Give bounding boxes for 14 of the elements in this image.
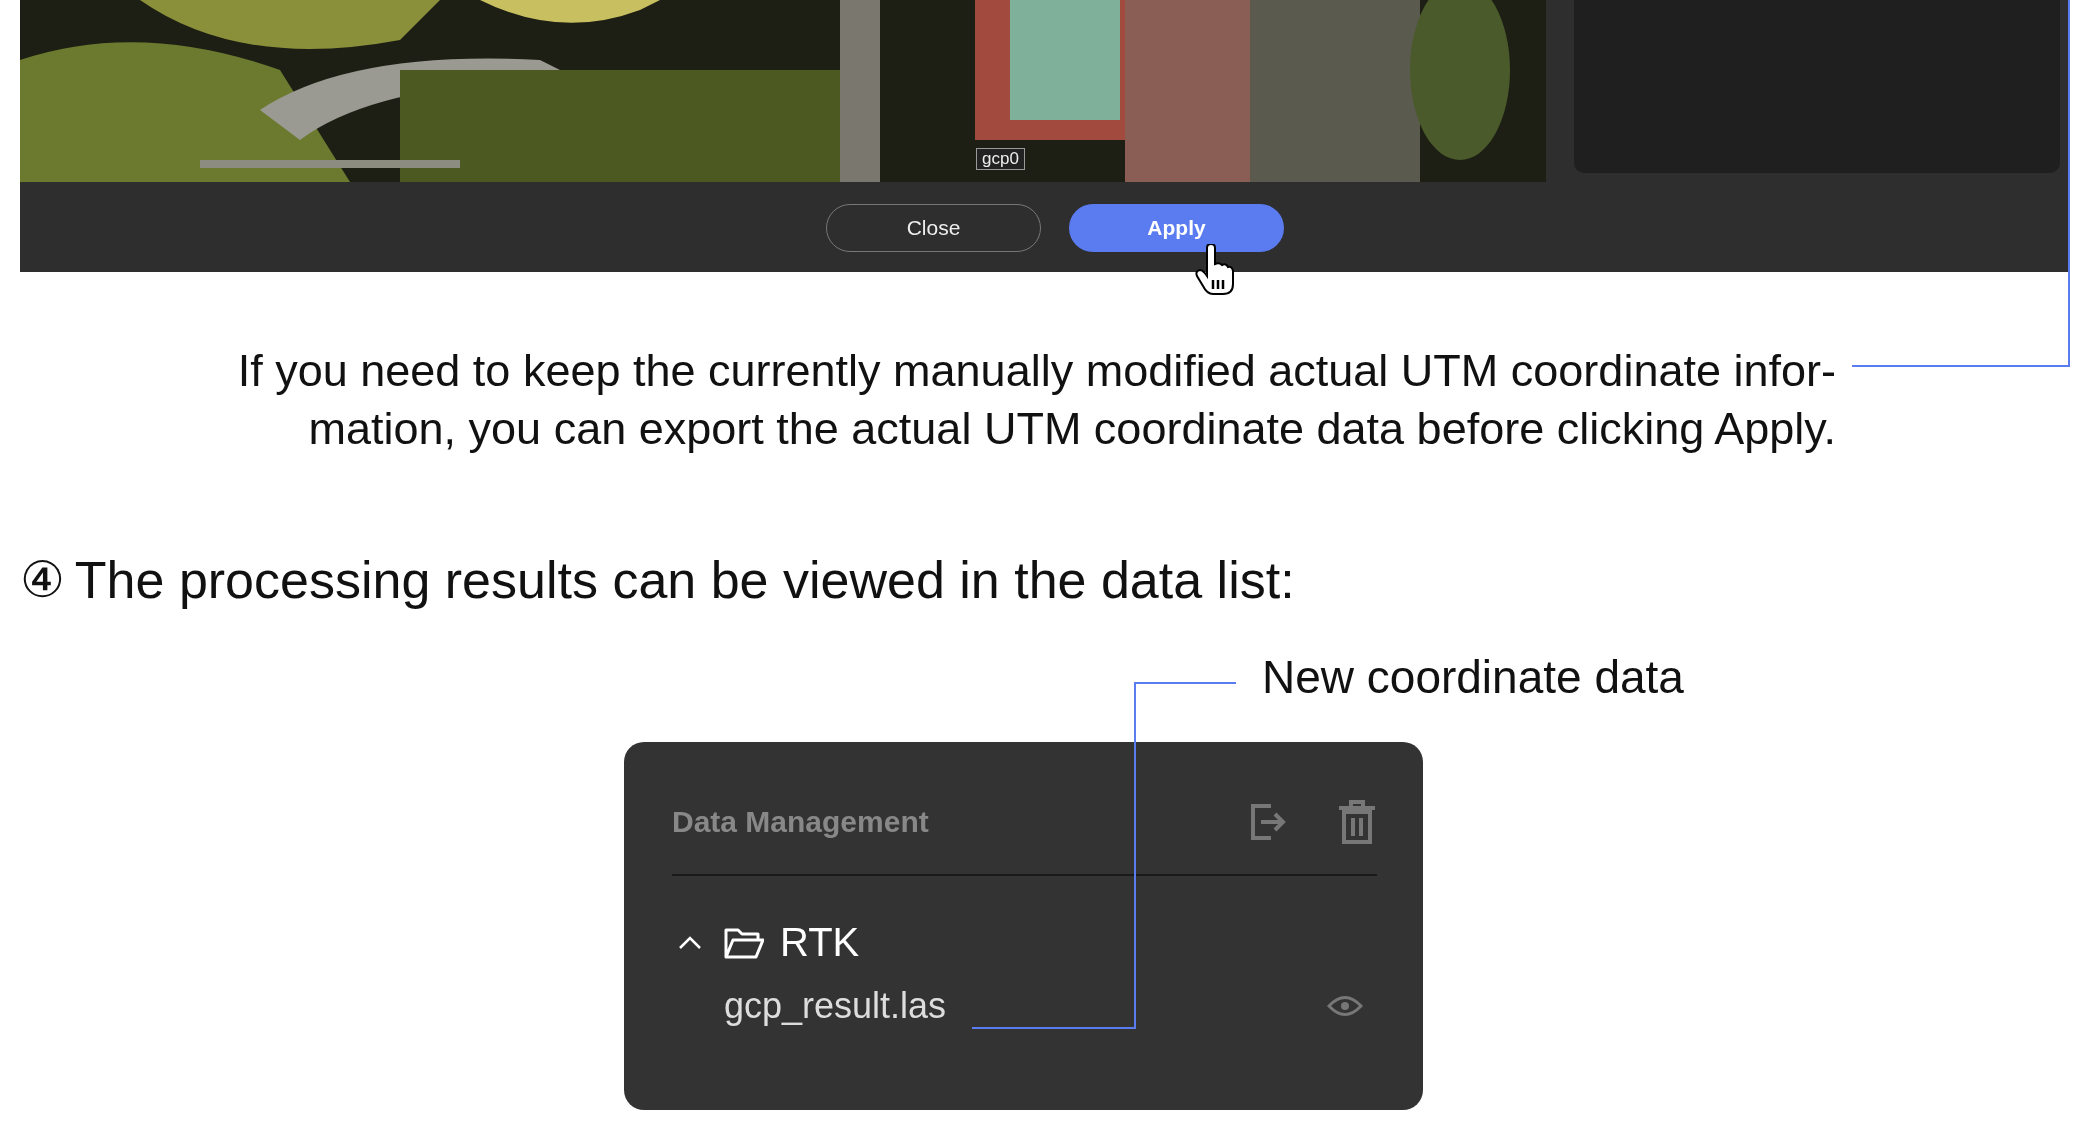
apply-button[interactable]: Apply: [1069, 204, 1284, 252]
folder-icon: [724, 926, 764, 959]
point-label: gcp0: [976, 148, 1025, 170]
step-heading: The processing results can be viewed in the data list:: [74, 550, 1295, 610]
chevron-icon[interactable]: [678, 935, 702, 950]
note-text: If you need to keep the currently manually modified actual UTM coordinate infor- mation, you can export the actual UTM coordinate data before clicking Apply.: [237, 344, 1836, 456]
eye-icon[interactable]: [1327, 995, 1363, 1017]
callout-label: New coordinate data: [1262, 651, 1684, 703]
file-name[interactable]: gcp_result.las: [724, 985, 947, 1027]
panel-title: Data Management: [672, 805, 930, 839]
trash-icon[interactable]: [1337, 800, 1377, 844]
step-number: ④: [20, 551, 65, 609]
hand-cursor-icon: [1195, 244, 1235, 296]
folder-label[interactable]: RTK: [780, 920, 860, 965]
